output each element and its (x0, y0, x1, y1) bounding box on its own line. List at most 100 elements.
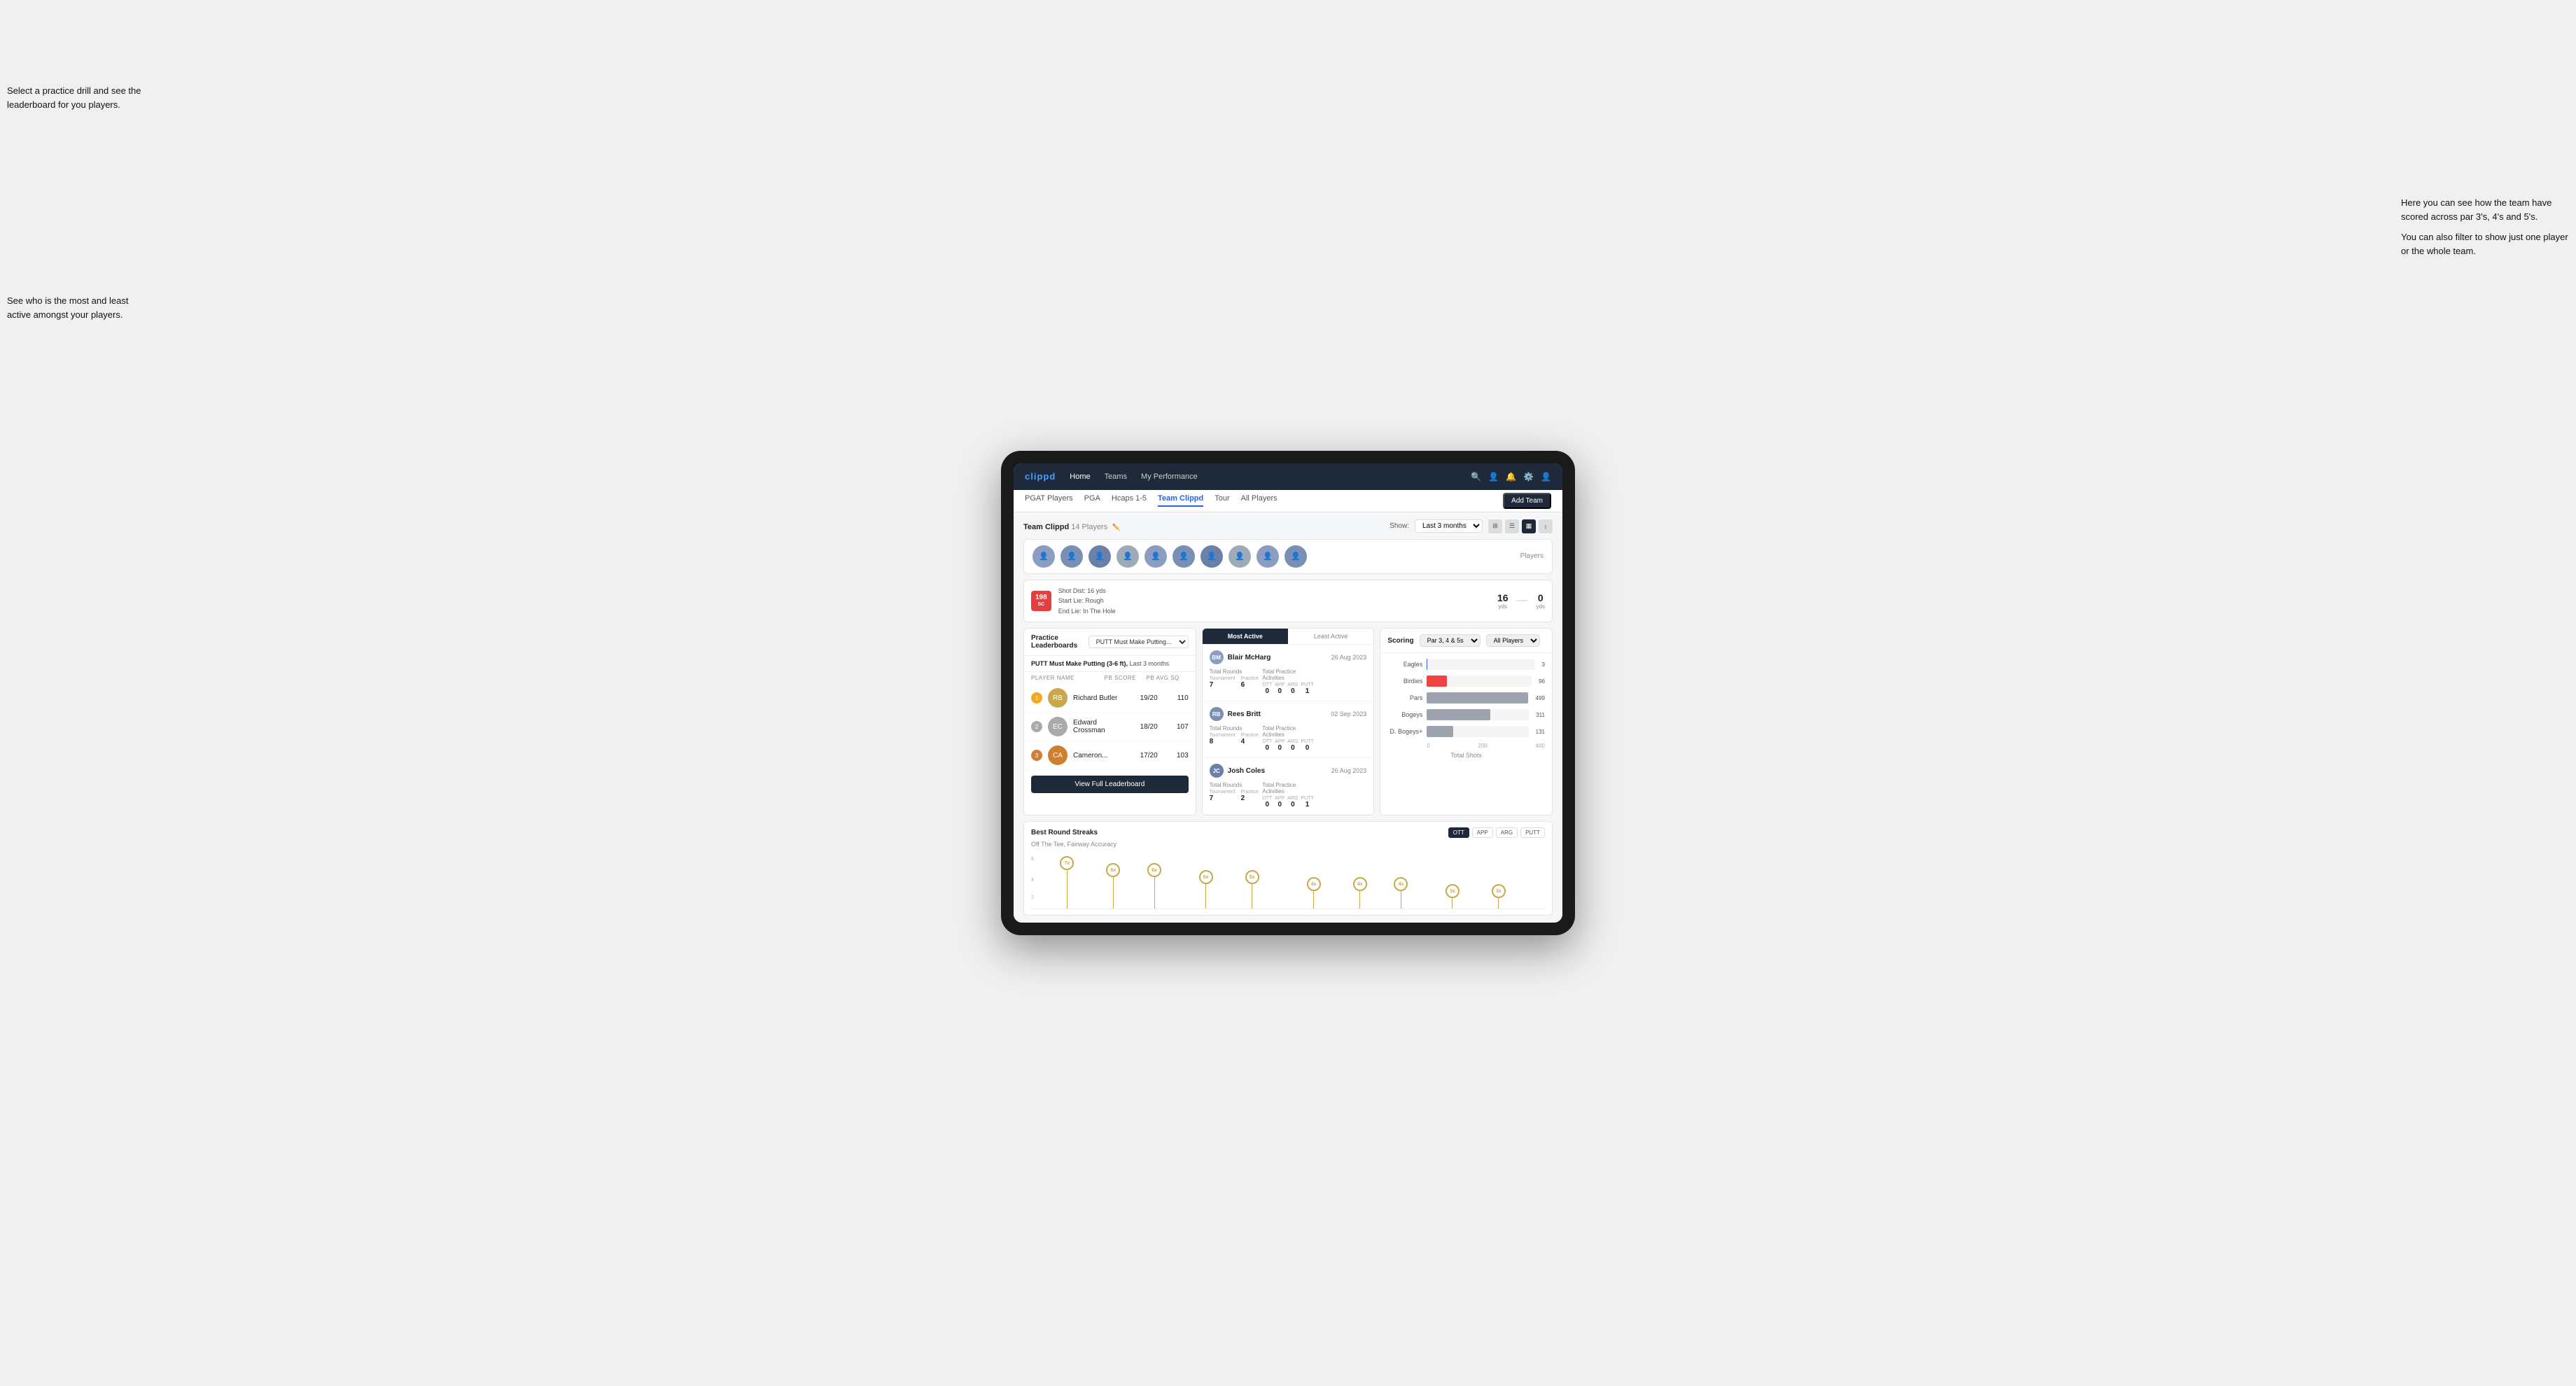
col-pb-score: PB SCORE (1105, 675, 1147, 681)
player-avatar-8[interactable]: 👤 (1228, 545, 1251, 568)
player-1-stats: Total Rounds Tournament 7 Practice 6 (1210, 668, 1367, 695)
tab-team-clippd[interactable]: Team Clippd (1158, 494, 1203, 507)
pa-putt-3: PUTT1 (1301, 796, 1313, 808)
pa-grid-2: OTT0 APP0 ARG0 PUTT0 (1262, 739, 1313, 752)
lb-score-1: 19/20 (1130, 694, 1158, 702)
tab-tour[interactable]: Tour (1214, 494, 1229, 507)
add-team-button[interactable]: Add Team (1503, 493, 1551, 509)
grid-view-icon[interactable]: ⊞ (1488, 519, 1502, 533)
show-label: Show: (1390, 522, 1409, 530)
streak-dot-10: 3x (1492, 884, 1506, 909)
bar-eagles: Eagles 3 (1387, 659, 1545, 670)
navbar: clippd Home Teams My Performance 🔍 👤 🔔 ⚙… (1014, 463, 1562, 490)
tpa-group-1: Total Practice Activities OTT0 APP0 ARG0… (1262, 668, 1313, 695)
tpa-label-2: Total Practice Activities (1262, 725, 1313, 738)
shot-lbl-1: yds (1497, 603, 1508, 610)
active-player-2: RB Rees Britt 02 Sep 2023 Total Rounds T… (1203, 701, 1374, 758)
streak-dot-4: 5x (1199, 870, 1213, 909)
show-select[interactable]: Last 3 months Last 6 months Last year (1415, 519, 1483, 533)
tpa-label-1: Total Practice Activities (1262, 668, 1313, 681)
nav-my-performance[interactable]: My Performance (1141, 472, 1198, 481)
lb-col-headers: PLAYER NAME PB SCORE PB AVG SQ (1024, 672, 1196, 684)
nav-home[interactable]: Home (1070, 472, 1090, 481)
player-avatar-4[interactable]: 👤 (1116, 545, 1139, 568)
player-avatar-7[interactable]: 👤 (1200, 545, 1223, 568)
player-avatar-1[interactable]: 👤 (1032, 545, 1055, 568)
total-rounds-label-3: Total Rounds (1210, 782, 1260, 788)
streak-section: Best Round Streaks OTT APP ARG PUTT Off … (1023, 821, 1553, 916)
streak-subtitle: Off The Tee, Fairway Accuracy (1031, 841, 1545, 848)
pars-fill (1427, 692, 1528, 704)
streak-dot-5: 5x (1245, 870, 1259, 909)
annotation-top-left: Select a practice drill and see the lead… (7, 84, 147, 111)
lb-row-1: 1 RB Richard Butler 19/20 110 (1024, 684, 1196, 713)
chart-x-title: Total Shots (1387, 752, 1545, 762)
nav-teams[interactable]: Teams (1105, 472, 1127, 481)
lb-avatar-2: EC (1048, 717, 1068, 736)
shot-num-1: 16 yds (1497, 592, 1508, 610)
scoring-card: Scoring Par 3, 4 & 5s All Players Eagles (1380, 628, 1553, 816)
birdies-fill (1427, 676, 1447, 687)
leaderboard-subtitle: PUTT Must Make Putting (3-6 ft), Last 3 … (1024, 656, 1196, 672)
streak-btn-app[interactable]: APP (1472, 827, 1493, 838)
active-player-3: JC Josh Coles 26 Aug 2023 Total Rounds T… (1203, 758, 1374, 815)
total-rounds-group-1: Total Rounds Tournament 7 Practice 6 (1210, 668, 1260, 695)
player-avatar-9[interactable]: 👤 (1256, 545, 1279, 568)
streak-btn-arg[interactable]: ARG (1496, 827, 1518, 838)
user-avatar-icon[interactable]: 👤 (1541, 472, 1551, 482)
tab-pgat-players[interactable]: PGAT Players (1025, 494, 1073, 507)
player-2-stats: Total Rounds Tournament 8 Practice 4 (1210, 725, 1367, 752)
practice-leaderboard-card: Practice Leaderboards PUTT Must Make Put… (1023, 628, 1196, 816)
main-grid: Practice Leaderboards PUTT Must Make Put… (1023, 628, 1553, 816)
view-full-leaderboard-button[interactable]: View Full Leaderboard (1031, 776, 1189, 793)
shot-card: 198 SC Shot Dist: 16 yds Start Lie: Roug… (1023, 580, 1553, 622)
tab-hcaps[interactable]: Hcaps 1-5 (1112, 494, 1147, 507)
activity-toggle-tabs: Most Active Least Active (1203, 629, 1374, 645)
sort-icon[interactable]: ↕ (1539, 519, 1553, 533)
bell-icon[interactable]: 🔔 (1506, 472, 1516, 482)
rounds-sub-3: Tournament 7 Practice 2 (1210, 790, 1260, 802)
streak-btn-ott[interactable]: OTT (1448, 827, 1469, 838)
scoring-title: Scoring (1387, 637, 1413, 645)
bar-pars: Pars 499 (1387, 692, 1545, 704)
person-icon[interactable]: 👤 (1488, 472, 1499, 482)
streak-dot-circle-4: 5x (1199, 870, 1213, 884)
par-filter-select[interactable]: Par 3, 4 & 5s (1420, 634, 1480, 647)
player-count: 14 Players (1071, 523, 1107, 531)
list-view-icon[interactable]: ☰ (1505, 519, 1519, 533)
edit-icon[interactable]: ✏️ (1112, 524, 1120, 531)
lb-name-1: Richard Butler (1073, 694, 1124, 702)
streak-chart: 6 4 2 7x 6x 6x (1031, 853, 1545, 909)
settings-icon[interactable]: ⚙️ (1523, 472, 1534, 482)
players-row: 👤 👤 👤 👤 👤 👤 👤 👤 👤 👤 Players (1023, 539, 1553, 574)
shot-val-2: 0 (1536, 592, 1545, 603)
x-label-0: 0 (1427, 743, 1429, 749)
drill-select[interactable]: PUTT Must Make Putting... (1088, 636, 1189, 648)
player-avatar-10[interactable]: 👤 (1284, 545, 1307, 568)
player-avatar-6[interactable]: 👤 (1172, 545, 1195, 568)
active-avatar-2: RB (1210, 707, 1224, 721)
show-control: Show: Last 3 months Last 6 months Last y… (1390, 519, 1553, 533)
pars-track (1427, 692, 1528, 704)
tablet-screen: clippd Home Teams My Performance 🔍 👤 🔔 ⚙… (1014, 463, 1562, 923)
least-active-tab[interactable]: Least Active (1288, 629, 1373, 644)
most-active-tab[interactable]: Most Active (1203, 629, 1288, 644)
streak-btn-putt[interactable]: PUTT (1520, 827, 1545, 838)
practice-rounds-3: Practice 2 (1241, 790, 1259, 802)
team-header: Team Clippd 14 Players ✏️ Show: Last 3 m… (1023, 519, 1553, 533)
col-player-name: PLAYER NAME (1031, 675, 1105, 681)
player-filter-select[interactable]: All Players (1486, 634, 1540, 647)
shot-lbl-2: yds (1536, 603, 1545, 610)
card-view-icon[interactable]: ▦ (1522, 519, 1536, 533)
player-avatar-2[interactable]: 👤 (1060, 545, 1083, 568)
tablet-frame: clippd Home Teams My Performance 🔍 👤 🔔 ⚙… (1001, 451, 1575, 935)
tab-all-players[interactable]: All Players (1241, 494, 1278, 507)
bar-dbogeys: D. Bogeys+ 131 (1387, 726, 1545, 737)
player-avatar-3[interactable]: 👤 (1088, 545, 1111, 568)
search-icon[interactable]: 🔍 (1471, 472, 1481, 482)
pa-app-2: APP0 (1275, 739, 1284, 752)
rank-badge-2: 2 (1031, 721, 1042, 732)
pa-putt-1: PUTT1 (1301, 682, 1313, 695)
tab-pga[interactable]: PGA (1084, 494, 1100, 507)
player-avatar-5[interactable]: 👤 (1144, 545, 1167, 568)
